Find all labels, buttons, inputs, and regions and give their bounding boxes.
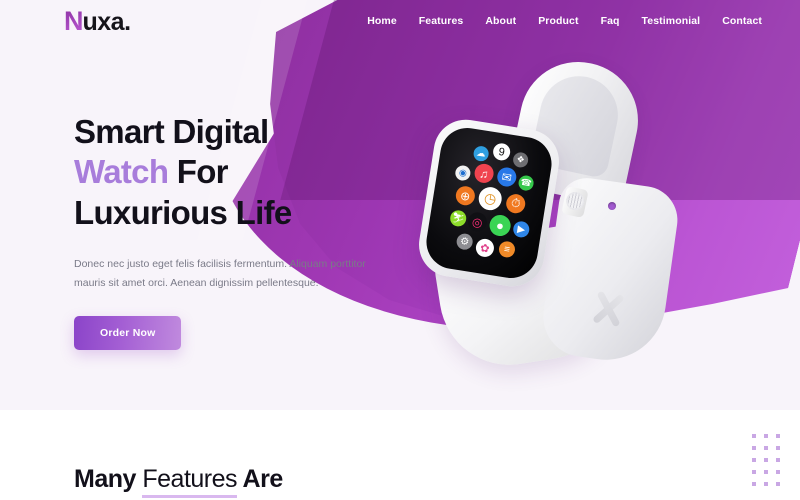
messages-app-icon[interactable]: ● [488,213,513,238]
workout-app-icon[interactable]: ⛷ [449,209,468,228]
dot [776,458,780,462]
watch-screen: ☁ 9 ❖ ◉ ♫ ✉ ☎ ⊕ ◷ ⏱ ⛷ ◎ ● ▶ ⚙ ✿ ≡ [422,124,556,282]
features-title-part-2: Are [237,465,284,493]
dot [752,446,756,450]
calendar-app-icon[interactable]: 9 [491,142,512,162]
phone-app-icon[interactable]: ☎ [517,174,535,192]
hero-paragraph: Donec nec justo eget felis facilisis fer… [74,257,366,290]
dot [752,470,756,474]
features-section: Many Features Are [0,410,800,500]
dot [764,470,768,474]
hero-title-line-1: Smart Digital [74,113,269,150]
nav-link-about[interactable]: About [485,15,516,27]
features-title: Many Features Are [74,465,284,498]
smart-watch-image: ☁ 9 ❖ ◉ ♫ ✉ ☎ ⊕ ◷ ⏱ ⛷ ◎ ● ▶ ⚙ ✿ ≡ [400,51,740,392]
dot [752,458,756,462]
timer-app-icon[interactable]: ⏱ [504,192,527,215]
main-navigation: Nuxa. Home Features About Product Faq Testimo… [0,0,800,42]
nav-link-home[interactable]: Home [367,15,397,27]
hero-title-accent: Watch [74,153,169,191]
brand-logo[interactable]: Nuxa. [64,6,131,37]
hero-content: Smart Digital Watch For Luxurious Life D… [74,112,404,350]
weather-app-icon[interactable]: ☁ [472,145,490,163]
hero-title-line-2: For [168,153,229,191]
remote-app-icon[interactable]: ≡ [497,240,517,259]
music-app-icon[interactable]: ♫ [473,162,495,185]
nav-link-contact[interactable]: Contact [722,15,762,27]
dot [764,458,768,462]
safari-app-icon[interactable]: ⊕ [454,184,477,207]
dot [776,434,780,438]
dot [776,470,780,474]
hero-section: ☁ 9 ❖ ◉ ♫ ✉ ☎ ⊕ ◷ ⏱ ⛷ ◎ ● ▶ ⚙ ✿ ≡ Nuxa. Home Features Abou… [0,0,800,410]
dot [752,482,756,486]
activity-app-icon[interactable]: ◎ [466,211,489,233]
logo-text: uxa. [82,7,132,36]
features-title-underlined: Features [142,465,238,498]
features-title-part-1: Many [74,465,143,493]
compass-app-icon[interactable]: ◉ [454,164,472,182]
nav-link-product[interactable]: Product [538,15,578,27]
watch-band-hole [608,202,616,210]
logo-mark: N [64,5,83,36]
decorative-dot-grid [752,434,788,494]
dot [776,482,780,486]
dot [764,446,768,450]
hero-title-line-3: Luxurious Life [74,193,292,231]
order-now-button[interactable]: Order Now [74,315,182,350]
media-app-icon[interactable]: ▶ [512,220,531,239]
dot [764,434,768,438]
nav-link-features[interactable]: Features [419,15,464,27]
landing-page: ☁ 9 ❖ ◉ ♫ ✉ ☎ ⊕ ◷ ⏱ ⛷ ◎ ● ▶ ⚙ ✿ ≡ Nuxa. Home Features Abou… [0,0,800,500]
dot [776,446,780,450]
mail-app-icon[interactable]: ✉ [495,166,518,188]
nav-link-testimonial[interactable]: Testimonial [642,15,701,27]
watch-band-vent [587,287,631,331]
clock-app-icon[interactable]: ◷ [477,185,504,212]
hero-title: Smart Digital Watch For Luxurious Life [74,112,404,233]
watch-app-grid: ☁ 9 ❖ ◉ ♫ ✉ ☎ ⊕ ◷ ⏱ ⛷ ◎ ● ▶ ⚙ ✿ ≡ [423,124,556,282]
settings-app-icon[interactable]: ⚙ [455,232,474,251]
nav-link-faq[interactable]: Faq [601,15,620,27]
dot [764,482,768,486]
photos-app-icon[interactable]: ✿ [474,237,496,259]
nav-links: Home Features About Product Faq Testimonial Co… [367,15,762,27]
camera-app-icon[interactable]: ❖ [512,151,530,169]
dot [752,434,756,438]
